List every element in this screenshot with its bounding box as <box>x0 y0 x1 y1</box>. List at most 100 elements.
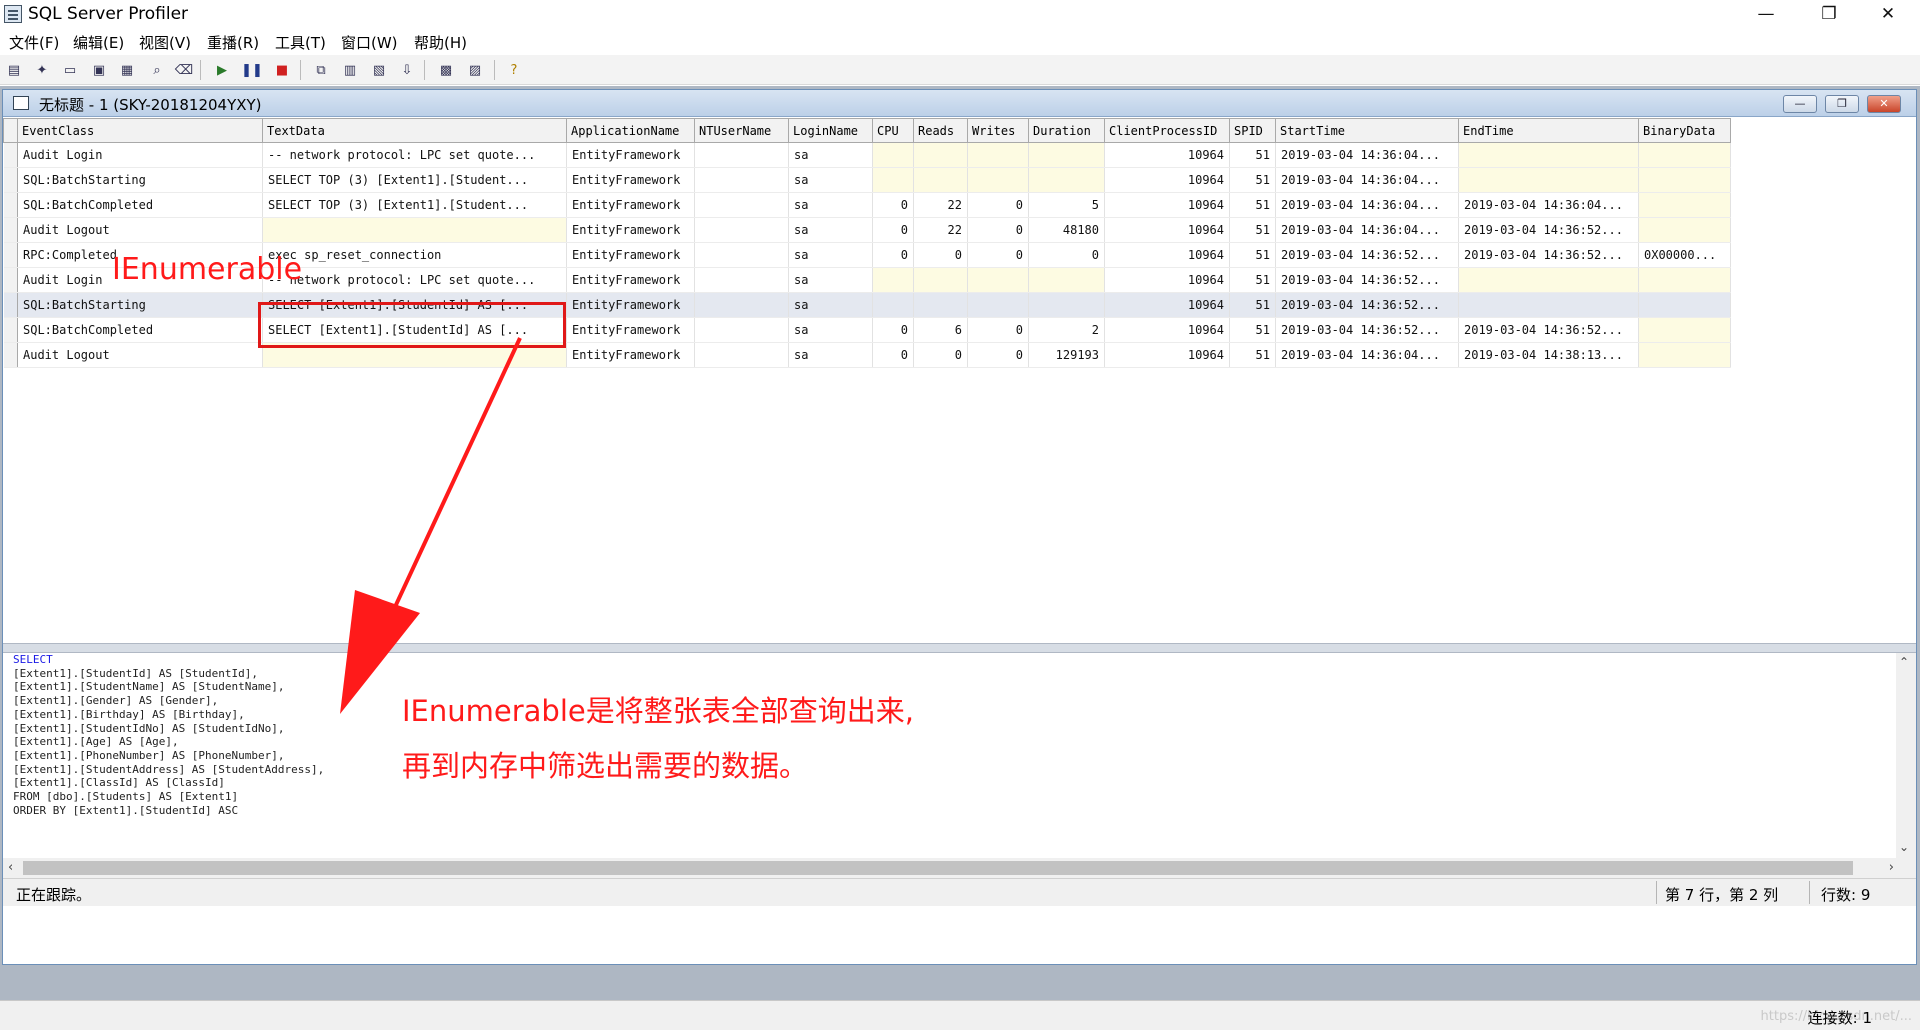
cell-textdata[interactable]: SELECT TOP (3) [Extent1].[Student... <box>262 192 567 218</box>
row-header[interactable] <box>3 267 18 293</box>
table-row[interactable]: SQL:BatchCompleted SELECT TOP (3) [Extent… <box>3 192 1731 218</box>
table-row[interactable]: SQL:BatchStarting SELECT TOP (3) [Extent1… <box>3 167 1731 193</box>
cell-textdata[interactable]: exec sp_reset_connection <box>262 242 567 268</box>
cell-writes[interactable] <box>967 142 1029 168</box>
cell-binarydata[interactable] <box>1638 317 1731 343</box>
cell-starttime[interactable]: 2019-03-04 14:36:04... <box>1275 192 1459 218</box>
cell-endtime[interactable] <box>1458 167 1639 193</box>
cell-cpu[interactable]: 0 <box>872 317 914 343</box>
cell-loginname[interactable]: sa <box>788 342 873 368</box>
column-header[interactable]: Writes <box>967 118 1029 143</box>
cell-applicationname[interactable]: EntityFramework <box>566 142 695 168</box>
cell-duration[interactable] <box>1028 167 1105 193</box>
cell-applicationname[interactable]: EntityFramework <box>566 317 695 343</box>
trace-events-grid[interactable]: EventClass TextData ApplicationName NTUserN… <box>3 118 1916 643</box>
cell-reads[interactable]: 6 <box>913 317 968 343</box>
cell-ntusername[interactable] <box>694 167 789 193</box>
cell-ntusername[interactable] <box>694 142 789 168</box>
row-header[interactable] <box>3 167 18 193</box>
cell-binarydata[interactable] <box>1638 142 1731 168</box>
cell-clientprocessid[interactable]: 10964 <box>1104 267 1230 293</box>
filter-icon[interactable]: ▧ <box>369 60 389 80</box>
cell-spid[interactable]: 51 <box>1229 267 1276 293</box>
trace-minimize-button[interactable]: — <box>1783 95 1817 113</box>
cell-binarydata[interactable] <box>1638 292 1731 318</box>
menu-replay[interactable]: 重播(R) <box>207 32 259 53</box>
cell-applicationname[interactable]: EntityFramework <box>566 267 695 293</box>
import-icon[interactable]: ⇩ <box>397 60 417 80</box>
cell-binarydata[interactable]: 0X00000... <box>1638 242 1731 268</box>
cell-spid[interactable]: 51 <box>1229 142 1276 168</box>
row-header[interactable] <box>3 342 18 368</box>
columns-icon[interactable]: ▥ <box>340 60 360 80</box>
column-header[interactable]: NTUserName <box>694 118 789 143</box>
cell-applicationname[interactable]: EntityFramework <box>566 192 695 218</box>
cell-starttime[interactable]: 2019-03-04 14:36:52... <box>1275 242 1459 268</box>
find-icon[interactable]: ⌕ <box>147 60 167 80</box>
cell-loginname[interactable]: sa <box>788 242 873 268</box>
cell-clientprocessid[interactable]: 10964 <box>1104 242 1230 268</box>
cell-loginname[interactable]: sa <box>788 167 873 193</box>
cell-reads[interactable] <box>913 142 968 168</box>
cell-duration[interactable]: 0 <box>1028 242 1105 268</box>
cell-clientprocessid[interactable]: 10964 <box>1104 167 1230 193</box>
cell-eventclass[interactable]: SQL:BatchCompleted <box>17 317 263 343</box>
cell-ntusername[interactable] <box>694 217 789 243</box>
cell-cpu[interactable]: 0 <box>872 217 914 243</box>
cell-loginname[interactable]: sa <box>788 317 873 343</box>
menu-edit[interactable]: 编辑(E) <box>73 32 124 53</box>
autoscroll-icon[interactable]: ⧉ <box>311 60 331 80</box>
cell-duration[interactable]: 2 <box>1028 317 1105 343</box>
cell-ntusername[interactable] <box>694 192 789 218</box>
textdata-detail-pane[interactable]: SELECT [Extent1].[StudentId] AS [StudentI… <box>3 653 1896 858</box>
column-header[interactable]: CPU <box>872 118 914 143</box>
cell-endtime[interactable] <box>1458 142 1639 168</box>
perfmon-icon[interactable]: ▩ <box>436 60 456 80</box>
cell-spid[interactable]: 51 <box>1229 317 1276 343</box>
cell-endtime[interactable]: 2019-03-04 14:36:52... <box>1458 217 1639 243</box>
cell-applicationname[interactable]: EntityFramework <box>566 342 695 368</box>
cell-endtime[interactable]: 2019-03-04 14:36:52... <box>1458 317 1639 343</box>
cell-loginname[interactable]: sa <box>788 217 873 243</box>
cell-starttime[interactable]: 2019-03-04 14:36:04... <box>1275 167 1459 193</box>
table-row[interactable]: Audit Logout EntityFramework sa 0 22 0 48180 10… <box>3 217 1731 243</box>
menu-view[interactable]: 视图(V) <box>139 32 191 53</box>
scroll-right-icon[interactable]: › <box>1889 860 1894 875</box>
sql-icon[interactable]: ▨ <box>465 60 485 80</box>
table-row[interactable]: Audit Login -- network protocol: LPC set … <box>3 142 1731 168</box>
stop-icon[interactable]: ■ <box>272 60 292 80</box>
cell-cpu[interactable] <box>872 267 914 293</box>
column-header[interactable]: StartTime <box>1275 118 1459 143</box>
cell-reads[interactable]: 22 <box>913 192 968 218</box>
cell-binarydata[interactable] <box>1638 217 1731 243</box>
cell-clientprocessid[interactable]: 10964 <box>1104 292 1230 318</box>
properties-icon[interactable]: ▤ <box>4 60 24 80</box>
menu-tools[interactable]: 工具(T) <box>275 32 326 53</box>
cell-endtime[interactable] <box>1458 292 1639 318</box>
column-header[interactable]: ApplicationName <box>566 118 695 143</box>
run-icon[interactable]: ▶ <box>212 60 232 80</box>
detail-vertical-scrollbar[interactable]: ⌃ ⌄ <box>1896 653 1916 858</box>
column-header[interactable]: TextData <box>262 118 567 143</box>
row-header[interactable] <box>3 242 18 268</box>
cell-starttime[interactable]: 2019-03-04 14:36:04... <box>1275 342 1459 368</box>
menu-help[interactable]: 帮助(H) <box>414 32 467 53</box>
cell-endtime[interactable]: 2019-03-04 14:36:52... <box>1458 242 1639 268</box>
cell-starttime[interactable]: 2019-03-04 14:36:04... <box>1275 217 1459 243</box>
cell-duration[interactable]: 48180 <box>1028 217 1105 243</box>
cell-duration[interactable] <box>1028 142 1105 168</box>
cell-clientprocessid[interactable]: 10964 <box>1104 317 1230 343</box>
cell-binarydata[interactable] <box>1638 267 1731 293</box>
cell-clientprocessid[interactable]: 10964 <box>1104 192 1230 218</box>
cell-writes[interactable]: 0 <box>967 242 1029 268</box>
cell-eventclass[interactable]: SQL:BatchCompleted <box>17 192 263 218</box>
scroll-thumb[interactable] <box>23 861 1853 875</box>
cell-ntusername[interactable] <box>694 267 789 293</box>
detail-horizontal-scrollbar[interactable]: ‹ › <box>3 858 1916 878</box>
cell-spid[interactable]: 51 <box>1229 342 1276 368</box>
row-header[interactable] <box>3 192 18 218</box>
column-header[interactable]: LoginName <box>788 118 873 143</box>
cell-reads[interactable]: 0 <box>913 242 968 268</box>
cell-binarydata[interactable] <box>1638 192 1731 218</box>
cell-eventclass[interactable]: SQL:BatchStarting <box>17 167 263 193</box>
